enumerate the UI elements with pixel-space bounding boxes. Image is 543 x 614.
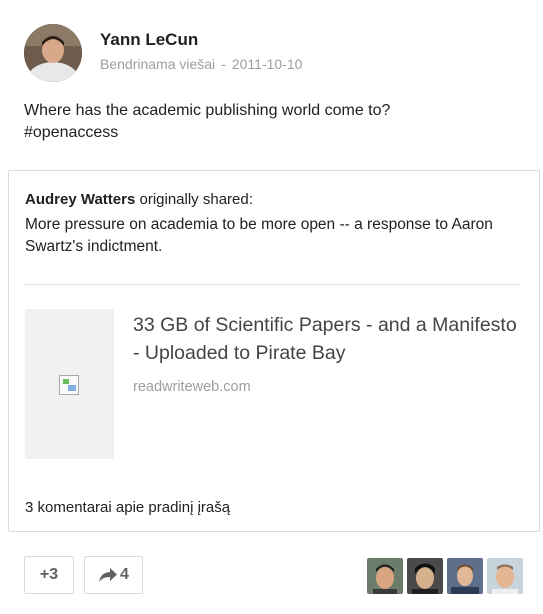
person-avatar[interactable]	[447, 558, 483, 594]
share-arrow-icon	[99, 568, 118, 582]
share-count: 4	[120, 566, 129, 583]
original-comments-link[interactable]: 3 komentarai apie pradinį įrašą	[25, 499, 230, 516]
author-avatar[interactable]	[24, 24, 82, 82]
plus-one-button[interactable]: +3	[24, 556, 74, 594]
reshared-post-card: Audrey Watters originally shared: More p…	[8, 170, 540, 532]
person-avatar[interactable]	[367, 558, 403, 594]
post-header: Yann LeCun Bendrinama viešai -2011-10-10	[24, 24, 524, 82]
link-thumbnail	[25, 309, 114, 459]
original-shared-label: originally shared:	[139, 191, 253, 208]
post-text: Where has the academic publishing world …	[24, 102, 391, 119]
author-name[interactable]: Yann LeCun	[100, 30, 198, 50]
original-post-text: More pressure on academia to be more ope…	[25, 216, 493, 255]
link-preview[interactable]: 33 GB of Scientific Papers - and a Manif…	[25, 309, 525, 459]
original-share-line: Audrey Watters originally shared:	[25, 191, 253, 208]
person-avatar[interactable]	[487, 558, 523, 594]
post-body: Where has the academic publishing world …	[24, 100, 519, 144]
meta-separator: -	[221, 56, 226, 72]
hashtag-link[interactable]: #openaccess	[24, 122, 519, 144]
post-meta: Bendrinama viešai -2011-10-10	[100, 56, 302, 72]
link-title[interactable]: 33 GB of Scientific Papers - and a Manif…	[133, 311, 528, 367]
divider	[25, 284, 521, 285]
post-date[interactable]: 2011-10-10	[232, 56, 303, 72]
broken-image-icon	[59, 375, 79, 395]
plus-oners-avatars	[367, 558, 523, 594]
visibility-label[interactable]: Bendrinama viešai	[100, 56, 215, 72]
original-author-name[interactable]: Audrey Watters	[25, 191, 135, 208]
person-avatar[interactable]	[407, 558, 443, 594]
link-domain: readwriteweb.com	[133, 379, 251, 395]
share-button[interactable]: 4	[84, 556, 143, 594]
